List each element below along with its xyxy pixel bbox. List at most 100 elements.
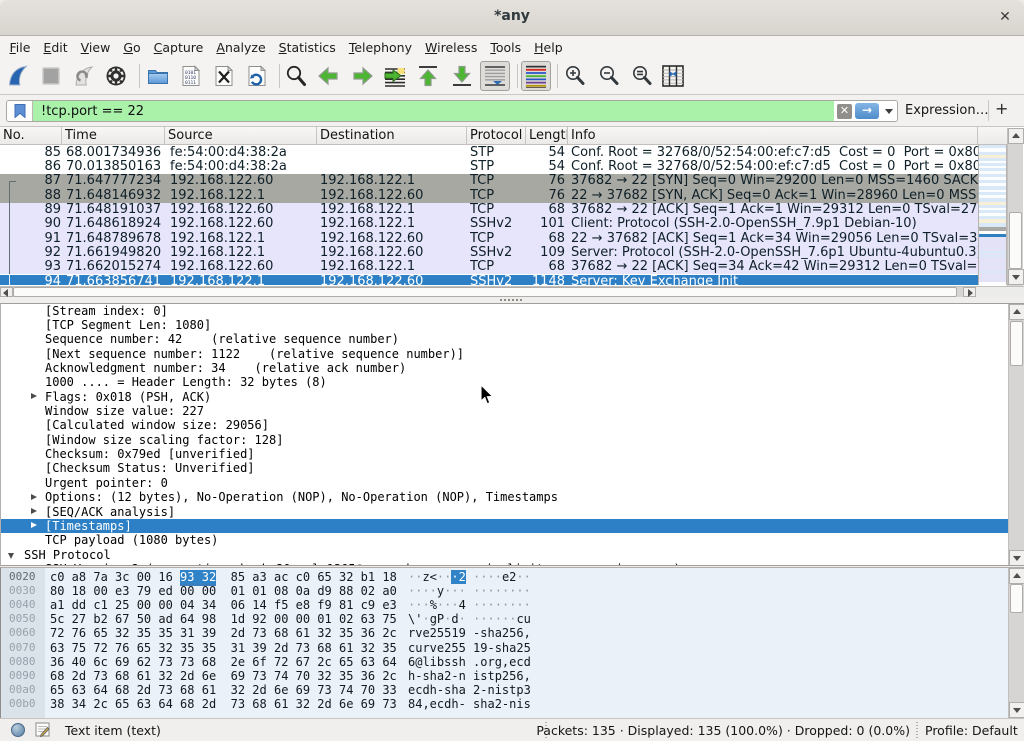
reload-file-button[interactable] xyxy=(245,64,269,88)
hex-row-0040[interactable]: 0040a1 dd c1 25 00 00 04 34 06 14 f5 e8 … xyxy=(1,598,1009,612)
resize-columns-button[interactable] xyxy=(661,64,685,88)
packet-list-minimap[interactable] xyxy=(978,145,1007,285)
packet-row-85[interactable]: 8568.001734936fe:54:00:d4:38:2aSTP54Conf… xyxy=(0,146,978,160)
go-last-button[interactable] xyxy=(450,64,474,88)
hex-row-0020[interactable]: 0020c0 a8 7a 3c 00 16 93 32 85 a3 ac c0 … xyxy=(1,570,1009,584)
hex-ascii[interactable]: ····y··· ········ xyxy=(408,584,531,598)
hex-ascii[interactable]: h-sha2-n istp256, xyxy=(408,669,531,683)
packet-row-89[interactable]: 8971.648191037192.168.122.60192.168.122.… xyxy=(0,203,978,217)
packet-row-93[interactable]: 9371.662015274192.168.122.60192.168.122.… xyxy=(0,260,978,274)
scroll-up-button[interactable] xyxy=(1008,128,1024,144)
hex-vscrollbar[interactable] xyxy=(1008,568,1024,718)
column-header-info[interactable]: Info xyxy=(568,127,978,145)
detail-line[interactable]: [TCP Segment Len: 1080] xyxy=(1,318,1009,332)
capture-comment-icon[interactable] xyxy=(35,722,50,737)
expand-icon[interactable] xyxy=(31,522,37,528)
scroll-down-icon[interactable] xyxy=(1013,708,1021,713)
column-header-time[interactable]: Time xyxy=(62,127,165,145)
details-vscrollbar[interactable] xyxy=(1008,304,1024,566)
expand-icon[interactable] xyxy=(31,393,37,399)
expand-icon[interactable] xyxy=(31,494,37,500)
expand-icon[interactable] xyxy=(31,565,37,566)
hex-ascii[interactable]: 84,ecdh- sha2-nis xyxy=(408,697,531,711)
hex-row-0050[interactable]: 00505c 27 b2 67 50 ad 64 98 1d 92 00 00 … xyxy=(1,612,1009,626)
display-filter-field[interactable]: !tcp.port == 22 ✕ → xyxy=(6,100,898,122)
packet-row-91[interactable]: 9171.648789678192.168.122.1192.168.122.6… xyxy=(0,232,978,246)
hex-ascii[interactable]: ecdh-sha 2-nistp3 xyxy=(408,683,531,697)
detail-line[interactable]: [Next sequence number: 1122 (relative se… xyxy=(1,347,1009,361)
close-file-button[interactable] xyxy=(212,64,236,88)
details-vscroll-thumb[interactable] xyxy=(1010,321,1023,366)
detail-line[interactable]: SSH Protocol xyxy=(1,548,1009,562)
detail-line[interactable]: SSH Version 2 (encryption:chacha20-poly1… xyxy=(1,562,1009,566)
scroll-right-button[interactable] xyxy=(963,287,976,297)
hex-ascii[interactable]: curve255 19-sha25 xyxy=(408,641,531,655)
hex-ascii[interactable]: ···%···4 ········ xyxy=(408,598,531,612)
detail-line[interactable]: Sequence number: 42 (relative sequence n… xyxy=(1,332,1009,346)
detail-line[interactable]: TCP payload (1080 bytes) xyxy=(1,533,1009,547)
auto-scroll-toggle[interactable] xyxy=(480,61,510,91)
packet-list-vscrollbar[interactable] xyxy=(1007,128,1023,286)
column-header-proto[interactable]: Protocol xyxy=(467,127,526,145)
find-packet-button[interactable] xyxy=(284,64,308,88)
detail-line[interactable]: Flags: 0x018 (PSH, ACK) xyxy=(1,390,1009,404)
menu-analyze[interactable]: Analyze xyxy=(210,38,272,57)
menu-file[interactable]: File xyxy=(3,38,37,57)
column-header-no[interactable]: No. xyxy=(0,127,62,145)
detail-line[interactable]: Window size value: 227 xyxy=(1,404,1009,418)
go-first-button[interactable] xyxy=(416,64,440,88)
detail-line[interactable]: Checksum: 0x79ed [unverified] xyxy=(1,447,1009,461)
colorize-toggle[interactable] xyxy=(521,61,551,91)
start-capture-button[interactable] xyxy=(6,64,30,88)
zoom-in-button[interactable] xyxy=(563,64,587,88)
collapse-icon[interactable] xyxy=(8,553,14,559)
scroll-down-button[interactable] xyxy=(1009,702,1024,718)
hex-bytes[interactable]: 38 34 2c 65 63 64 68 2d 73 68 61 32 2d 6… xyxy=(50,697,397,711)
filter-apply-button[interactable]: → xyxy=(855,103,879,119)
scroll-up-icon[interactable] xyxy=(1013,573,1021,578)
hex-row-00b0[interactable]: 00b038 34 2c 65 63 64 68 2d 73 68 61 32 … xyxy=(1,697,1009,711)
menu-statistics[interactable]: Statistics xyxy=(272,38,342,57)
hex-bytes[interactable]: a1 dd c1 25 00 00 04 34 06 14 f5 e8 f9 8… xyxy=(50,598,397,612)
packet-row-90[interactable]: 9071.648618924192.168.122.60192.168.122.… xyxy=(0,217,978,231)
packet-list-header[interactable]: No.TimeSourceDestinationProtocolLengthIn… xyxy=(0,127,1007,145)
expand-icon[interactable] xyxy=(31,508,37,514)
detail-line[interactable]: [Stream index: 0] xyxy=(1,304,1009,318)
scroll-left-button[interactable] xyxy=(0,287,13,297)
hex-bytes[interactable]: 65 63 64 68 2d 73 68 61 32 2d 6e 69 73 7… xyxy=(50,683,397,697)
hex-row-0080[interactable]: 008036 40 6c 69 62 73 73 68 2e 6f 72 67 … xyxy=(1,655,1009,669)
close-icon[interactable]: ✕ xyxy=(996,8,1014,26)
hex-bytes[interactable]: c0 a8 7a 3c 00 16 93 32 85 a3 ac c0 65 3… xyxy=(50,570,397,584)
hex-bytes[interactable]: 63 75 72 76 65 32 35 35 31 39 2d 73 68 6… xyxy=(50,641,397,655)
save-file-button[interactable]: 010101100111 xyxy=(179,64,203,88)
scroll-down-icon[interactable] xyxy=(1012,275,1020,280)
detail-line[interactable]: [Calculated window size: 29056] xyxy=(1,418,1009,432)
detail-line[interactable]: Urgent pointer: 0 xyxy=(1,476,1009,490)
hex-row-0030[interactable]: 003080 18 00 e3 79 ed 00 00 01 01 08 0a … xyxy=(1,584,1009,598)
detail-line[interactable]: Options: (12 bytes), No-Operation (NOP),… xyxy=(1,490,1009,504)
detail-line[interactable]: Acknowledgment number: 34 (relative ack … xyxy=(1,361,1009,375)
packet-row-92[interactable]: 9271.661949820192.168.122.1192.168.122.6… xyxy=(0,246,978,260)
scroll-up-icon[interactable] xyxy=(1013,309,1021,314)
hex-bytes[interactable]: 5c 27 b2 67 50 ad 64 98 1d 92 00 00 01 0… xyxy=(50,612,397,626)
scroll-up-icon[interactable] xyxy=(1012,133,1020,138)
menu-edit[interactable]: Edit xyxy=(37,38,74,57)
hex-bytes[interactable]: 72 76 65 32 35 35 31 39 2d 73 68 61 32 3… xyxy=(50,626,397,640)
filter-add-button[interactable]: + xyxy=(995,99,1008,118)
go-back-button[interactable] xyxy=(317,64,341,88)
go-forward-button[interactable] xyxy=(350,64,374,88)
hex-row-0060[interactable]: 006072 76 65 32 35 35 31 39 2d 73 68 61 … xyxy=(1,626,1009,640)
hex-row-0070[interactable]: 007063 75 72 76 65 32 35 35 31 39 2d 73 … xyxy=(1,641,1009,655)
scroll-left-icon[interactable] xyxy=(3,289,8,297)
hex-bytes[interactable]: 36 40 6c 69 62 73 73 68 2e 6f 72 67 2c 6… xyxy=(50,655,397,669)
expert-info-icon[interactable] xyxy=(11,723,25,737)
hex-bytes[interactable]: 80 18 00 e3 79 ed 00 00 01 01 08 0a d9 8… xyxy=(50,584,397,598)
packet-list-vscroll-thumb[interactable] xyxy=(1009,212,1022,269)
scroll-down-button[interactable] xyxy=(1009,550,1024,566)
zoom-out-button[interactable] xyxy=(597,64,621,88)
scroll-down-button[interactable] xyxy=(1008,269,1024,285)
menu-help[interactable]: Help xyxy=(528,38,570,57)
packet-list-hscroll-thumb[interactable] xyxy=(13,287,957,297)
restart-capture-button[interactable] xyxy=(72,64,96,88)
stop-capture-button[interactable] xyxy=(39,64,63,88)
